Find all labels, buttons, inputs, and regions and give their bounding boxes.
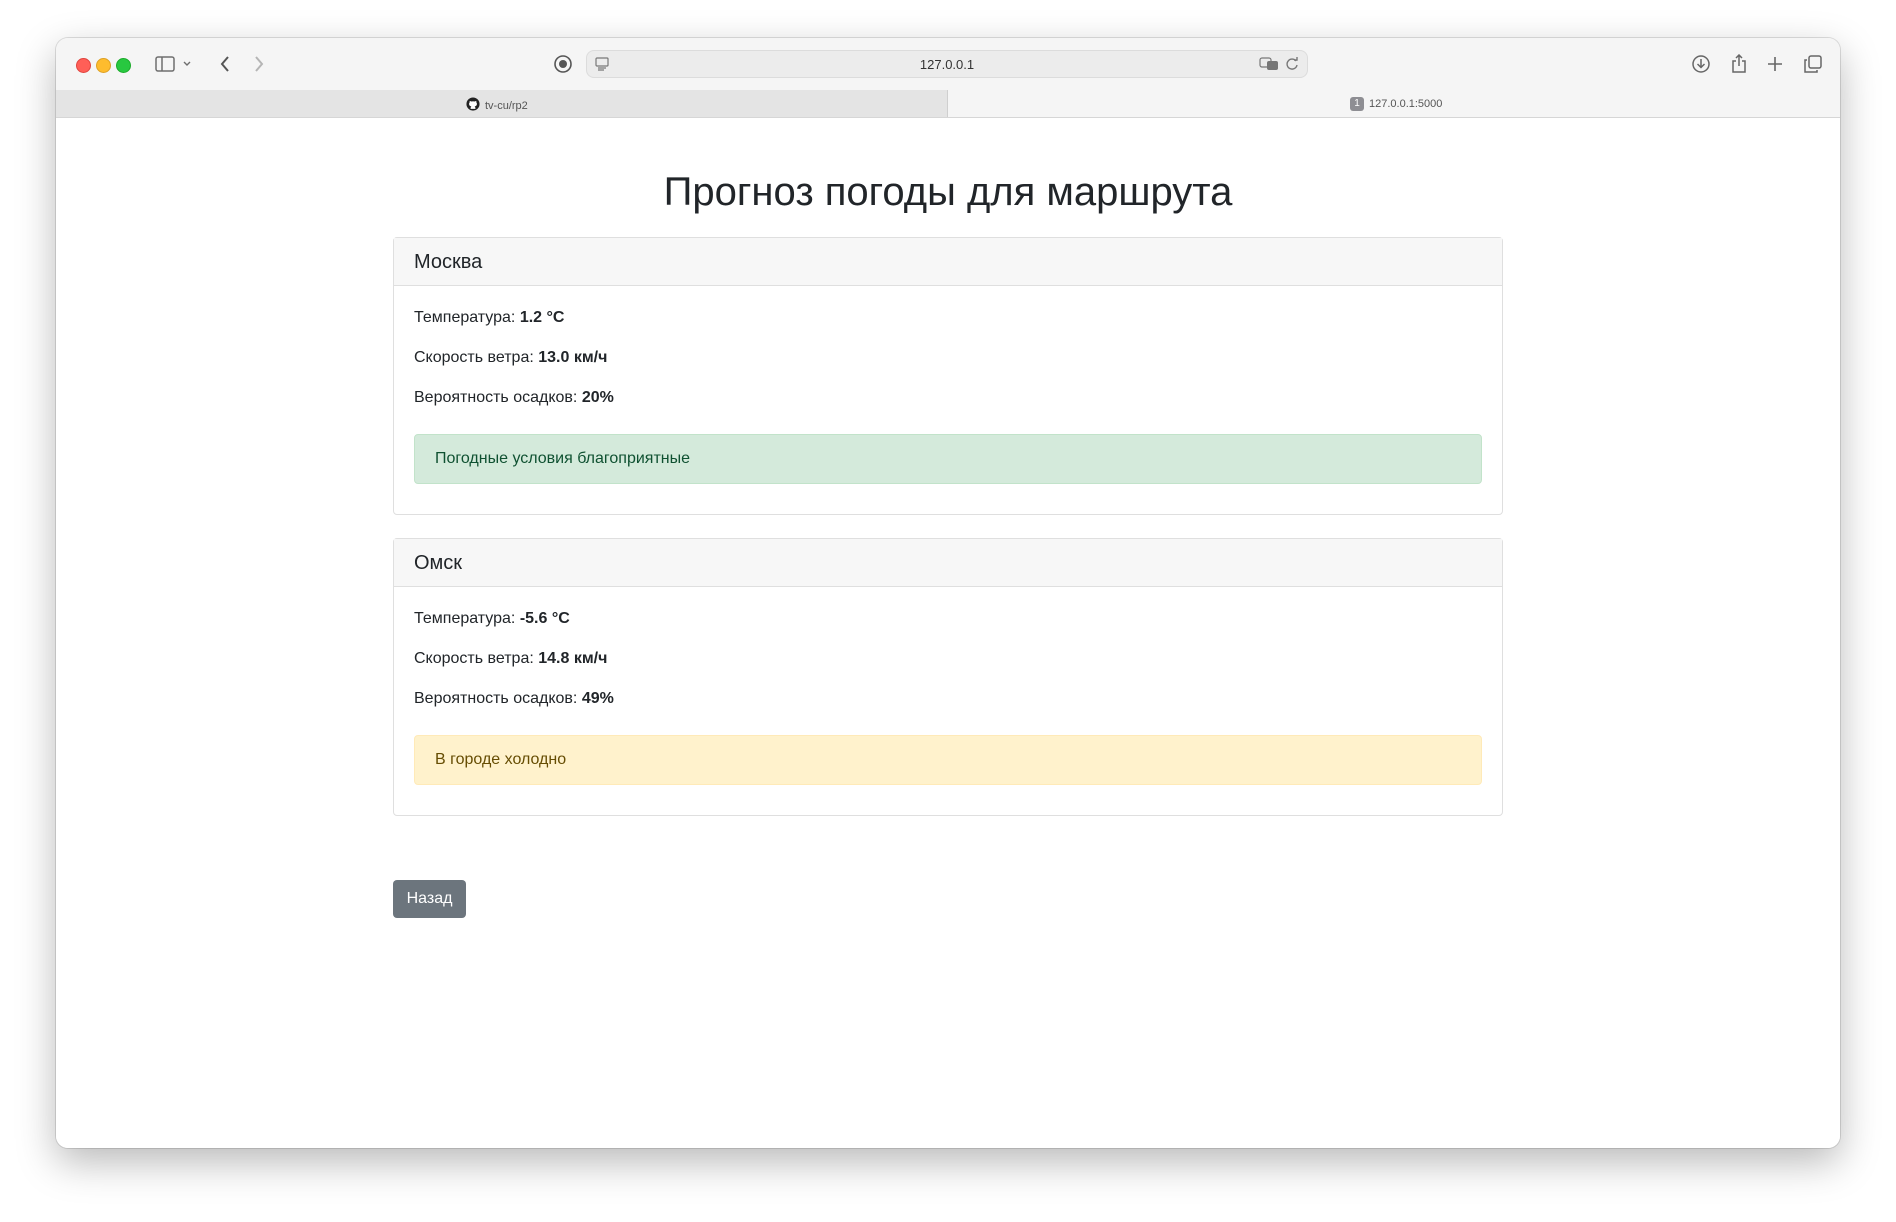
address-bar[interactable]: 127.0.0.1 — [586, 50, 1308, 78]
sidebar-toggle-icon[interactable] — [152, 51, 178, 77]
page-content: Прогноз погоды для маршрута Москва Темпе… — [56, 118, 1840, 1148]
tab-label: tv-cu/rp2 — [485, 99, 528, 112]
github-icon — [466, 97, 480, 114]
back-button[interactable]: Назад — [393, 880, 466, 918]
weather-status-alert: В городе холодно — [414, 735, 1482, 785]
tab-overview-icon[interactable] — [1802, 51, 1824, 77]
new-tab-icon[interactable] — [1764, 51, 1786, 77]
page-title: Прогноз погоды для маршрута — [663, 170, 1233, 214]
tab-label: 127.0.0.1:5000 — [1369, 98, 1443, 110]
precipitation-row: Вероятность осадков: 49% — [414, 689, 1482, 729]
close-window-button[interactable] — [76, 58, 91, 73]
temperature-label: Температура: — [414, 610, 516, 627]
zoom-window-button[interactable] — [116, 58, 131, 73]
city-card-body: Температура: 1.2 °C Скорость ветра: 13.0… — [394, 286, 1502, 514]
browser-toolbar: 127.0.0.1 — [56, 38, 1840, 90]
city-card-moscow: Москва Температура: 1.2 °C Скорость ветр… — [393, 237, 1503, 515]
temperature-value: 1.2 °C — [519, 309, 565, 326]
tab-localhost[interactable]: 1 127.0.0.1:5000 — [948, 90, 1840, 117]
city-card-body: Температура: -5.6 °C Скорость ветра: 14.… — [394, 587, 1502, 815]
downloads-icon[interactable] — [1690, 51, 1712, 77]
precipitation-label: Вероятность осадков: — [414, 389, 578, 406]
wind-label: Скорость ветра: — [414, 349, 534, 366]
tab-number-badge: 1 — [1350, 97, 1364, 111]
temperature-row: Температура: 1.2 °C — [414, 308, 1482, 348]
temperature-label: Температура: — [414, 309, 516, 326]
translate-icon[interactable] — [1259, 57, 1279, 76]
tab-bar: tv-cu/rp2 × 1 127.0.0.1:5000 — [56, 90, 1840, 118]
weather-status-alert: Погодные условия благоприятные — [414, 434, 1482, 484]
precipitation-row: Вероятность осадков: 20% — [414, 388, 1482, 428]
browser-window: 127.0.0.1 tv-cu/rp2 1 127.0.0.1:5000 Про… — [56, 38, 1840, 1148]
precipitation-value: 20% — [581, 389, 614, 406]
wind-row: Скорость ветра: 13.0 км/ч — [414, 348, 1482, 388]
chevron-down-icon[interactable] — [180, 51, 194, 77]
wind-row: Скорость ветра: 14.8 км/ч — [414, 649, 1482, 689]
precipitation-label: Вероятность осадков: — [414, 690, 578, 707]
share-icon[interactable] — [1728, 51, 1750, 77]
temperature-value: -5.6 °C — [519, 610, 570, 627]
reload-icon[interactable] — [1285, 57, 1299, 76]
back-arrow-icon[interactable] — [214, 51, 236, 77]
wind-label: Скорость ветра: — [414, 650, 534, 667]
tab-github[interactable]: tv-cu/rp2 — [56, 90, 948, 117]
temperature-row: Температура: -5.6 °C — [414, 609, 1482, 649]
city-card-omsk: Омск Температура: -5.6 °C Скорость ветра… — [393, 538, 1503, 816]
wind-value: 14.8 км/ч — [538, 650, 608, 667]
address-text: 127.0.0.1 — [919, 57, 975, 72]
precipitation-value: 49% — [581, 690, 614, 707]
city-name: Омск — [394, 539, 1502, 587]
minimize-window-button[interactable] — [96, 58, 111, 73]
wind-value: 13.0 км/ч — [538, 349, 608, 366]
forward-arrow-icon[interactable] — [248, 51, 270, 77]
city-name: Москва — [394, 238, 1502, 286]
privacy-report-icon[interactable] — [552, 51, 574, 77]
